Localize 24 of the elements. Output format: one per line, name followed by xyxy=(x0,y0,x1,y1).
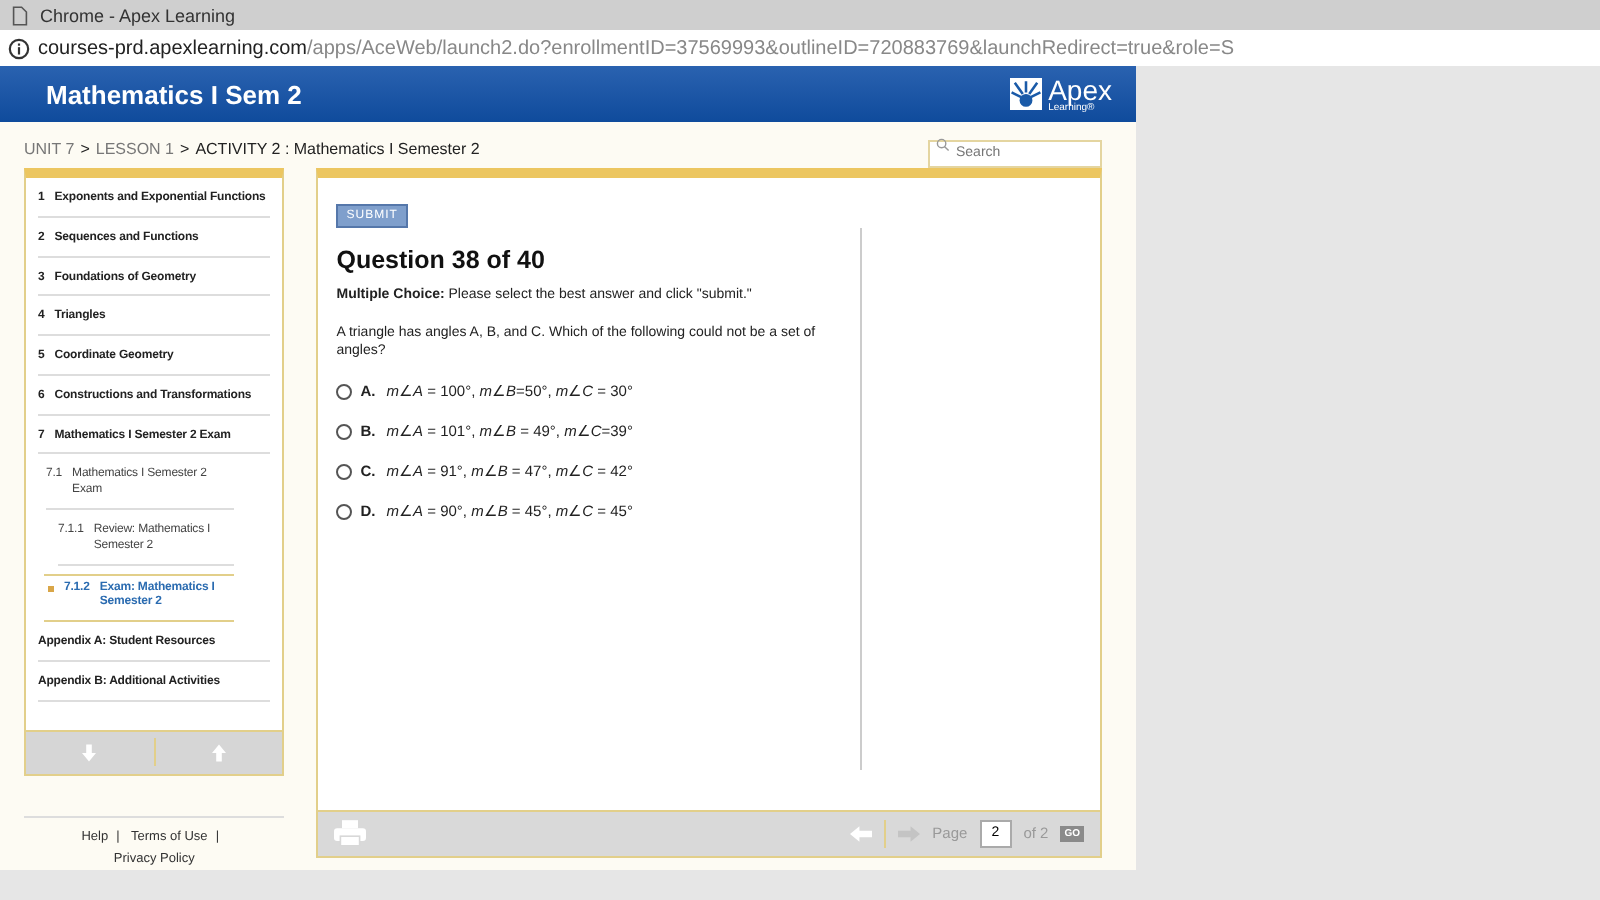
question-title: Question 38 of 40 xyxy=(336,245,547,274)
breadcrumb-separator: > xyxy=(180,140,190,159)
breadcrumb-item: ACTIVITY 2 : Mathematics I Semester 2 xyxy=(195,140,480,159)
logo-icon xyxy=(1010,78,1043,111)
radio-button[interactable] xyxy=(336,383,353,400)
down-arrow-icon xyxy=(82,743,97,762)
logo-name: Apex xyxy=(1048,75,1112,104)
search-icon xyxy=(936,138,950,153)
info-icon xyxy=(8,37,30,59)
url-text: courses-prd.apexlearning.com/apps/AceWeb/launch2.do?enrollmentID=37569993&outlineID=720883769&launchRedirect=true&role=S xyxy=(38,37,1234,59)
radio-button[interactable] xyxy=(336,503,353,520)
breadcrumb-item[interactable]: LESSON 1 xyxy=(95,140,175,159)
radio-button[interactable] xyxy=(336,463,353,480)
up-arrow-icon xyxy=(211,743,226,762)
back-arrow-icon[interactable] xyxy=(850,825,873,842)
page-icon xyxy=(12,5,28,25)
current-marker-icon xyxy=(48,585,54,592)
breadcrumb-separator: > xyxy=(80,140,90,159)
window-title: Chrome - Apex Learning xyxy=(40,5,236,25)
course-title: Mathematics I Sem 2 xyxy=(46,79,302,110)
address-bar[interactable]: courses-prd.apexlearning.com/apps/AceWeb/launch2.do?enrollmentID=37569993&outlineID=720883769&launchRedirect=true&role=S xyxy=(0,30,1600,66)
breadcrumb-item[interactable]: UNIT 7 xyxy=(24,140,75,159)
radio-button[interactable] xyxy=(336,423,353,440)
printer-icon[interactable] xyxy=(334,820,367,847)
